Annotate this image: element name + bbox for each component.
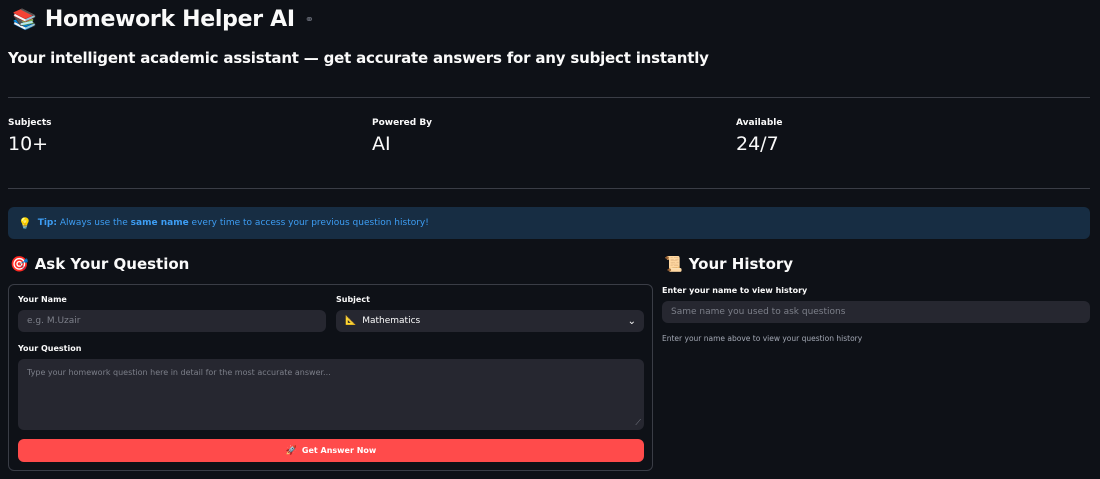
metric-subjects: Subjects 10+ — [8, 118, 52, 155]
divider — [8, 188, 1090, 189]
metric-value: 24/7 — [736, 133, 779, 155]
metric-available: Available 24/7 — [736, 118, 782, 155]
ask-heading-text: Ask Your Question — [34, 255, 190, 273]
tip-text: Tip: Always use the same name every time… — [38, 218, 429, 228]
metric-value: 10+ — [8, 133, 49, 155]
history-name-input[interactable]: Same name you used to ask questions — [662, 301, 1090, 323]
name-label: Your Name — [18, 295, 67, 304]
metric-label: Available — [736, 118, 783, 128]
tip-banner: 💡 Tip: Always use the same name every ti… — [8, 207, 1090, 239]
question-form: Your Name e.g. M.Uzair Subject 📐 Mathema… — [8, 284, 653, 471]
tip-emphasis: same name — [130, 218, 189, 228]
tip-text-after: every time to access your previous quest… — [188, 218, 429, 228]
page-title-text: Homework Helper AI — [44, 6, 295, 32]
history-heading-text: Your History — [688, 255, 794, 273]
history-note: Enter your name above to view your quest… — [662, 334, 863, 343]
chevron-down-icon: ⌄ — [627, 315, 636, 327]
question-placeholder: Type your homework question here in deta… — [27, 368, 331, 377]
name-placeholder: e.g. M.Uzair — [27, 316, 81, 326]
lightbulb-icon: 💡 — [18, 216, 32, 230]
page-title: 📚 Homework Helper AI ⚭ — [12, 4, 314, 34]
anchor-link-icon[interactable]: ⚭ — [305, 13, 314, 26]
metric-value: AI — [372, 133, 391, 155]
metric-powered-by: Powered By AI — [372, 118, 432, 155]
triangular-ruler-icon: 📐 — [345, 316, 357, 326]
history-name-label: Enter your name to view history — [662, 286, 808, 295]
subject-label: Subject — [336, 295, 370, 304]
name-input[interactable]: e.g. M.Uzair — [18, 310, 326, 332]
subject-select[interactable]: 📐 Mathematics ⌄ — [336, 310, 644, 332]
get-answer-button[interactable]: 🚀 Get Answer Now — [18, 439, 644, 462]
tip-text-before: Always use the — [56, 218, 131, 228]
get-answer-label: Get Answer Now — [301, 446, 377, 455]
divider — [8, 97, 1090, 98]
tip-prefix: Tip: — [37, 218, 57, 228]
page-subtitle: Your intelligent academic assistant — ge… — [8, 49, 709, 67]
books-icon: 📚 — [12, 7, 37, 31]
target-icon: 🎯 — [10, 255, 29, 273]
history-name-placeholder: Same name you used to ask questions — [671, 307, 846, 317]
question-label: Your Question — [18, 344, 82, 353]
resize-handle-icon[interactable]: ⟋ — [635, 418, 641, 428]
history-heading: 📜 Your History — [664, 255, 793, 273]
rocket-icon: 🚀 — [285, 445, 297, 456]
question-textarea[interactable]: Type your homework question here in deta… — [18, 359, 644, 430]
scroll-icon: 📜 — [664, 255, 683, 273]
metric-label: Powered By — [372, 118, 433, 128]
subject-value: Mathematics — [362, 316, 421, 326]
metric-label: Subjects — [8, 118, 52, 128]
ask-heading: 🎯 Ask Your Question — [10, 255, 189, 273]
